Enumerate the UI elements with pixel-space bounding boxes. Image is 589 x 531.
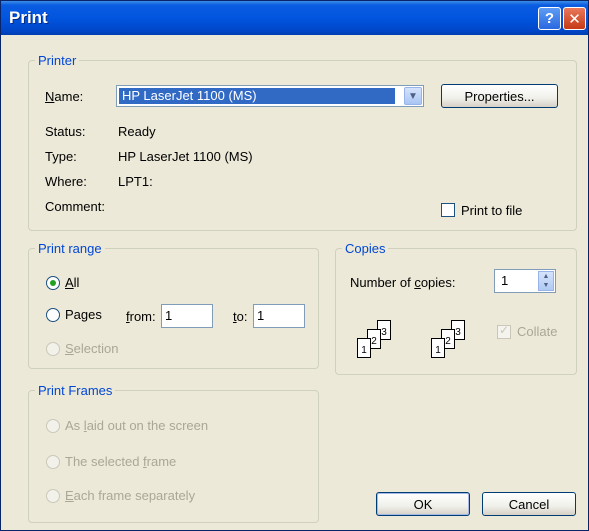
pages-radio[interactable] <box>46 308 60 322</box>
copies-value: 1 <box>501 273 509 288</box>
ok-button-label: OK <box>413 496 433 512</box>
help-icon: ? <box>544 10 555 27</box>
status-label: Status: <box>45 124 86 139</box>
to-label: to: <box>233 309 248 324</box>
print-dialog: Print ? ✕ Printer Name: HP LaserJet 1100… <box>0 0 589 531</box>
close-icon: ✕ <box>568 10 581 28</box>
print-frames-legend: Print Frames <box>38 383 113 398</box>
printer-group-legend: Printer <box>38 53 77 68</box>
copies-spinner[interactable]: 1 ▲ ▼ <box>494 269 556 293</box>
page-icon: 1 <box>431 338 445 358</box>
status-value: Ready <box>118 124 156 139</box>
selected-frame-radio[interactable] <box>46 455 60 469</box>
where-label: Where: <box>45 174 87 189</box>
checkmark-icon: ✓ <box>499 323 510 337</box>
all-radio[interactable] <box>46 276 60 290</box>
to-input[interactable]: 1 <box>253 304 305 328</box>
each-frame-radio[interactable] <box>46 489 60 503</box>
from-label: from: <box>126 309 156 324</box>
name-label: Name: <box>45 89 84 104</box>
laid-out-radio[interactable] <box>46 419 60 433</box>
help-button[interactable]: ? <box>538 7 561 30</box>
spinner-arrows-icon[interactable]: ▲ ▼ <box>538 271 554 291</box>
title-bar[interactable]: Print ? ✕ <box>1 1 588 35</box>
cancel-button-label: Cancel <box>508 496 550 512</box>
each-frame-label: Each frame separately <box>65 488 196 503</box>
properties-button[interactable]: Properties... <box>441 84 558 108</box>
print-range-legend: Print range <box>38 241 102 256</box>
window-title: Print <box>9 8 48 27</box>
printer-name-select[interactable]: HP LaserJet 1100 (MS) ▼ <box>116 85 424 107</box>
chevron-down-icon[interactable]: ▼ <box>404 87 422 105</box>
collate-checkbox[interactable]: ✓ <box>497 323 511 339</box>
laid-out-label: As laid out on the screen <box>65 418 209 433</box>
from-input[interactable]: 1 <box>161 304 213 328</box>
where-value: LPT1: <box>118 174 153 189</box>
page-icon: 1 <box>357 338 371 358</box>
pages-label[interactable]: Pages <box>65 307 102 322</box>
comment-label: Comment: <box>45 199 105 214</box>
number-of-copies-label: Number of copies: <box>350 275 456 290</box>
copies-legend: Copies <box>345 241 386 256</box>
type-label: Type: <box>45 149 77 164</box>
copies-group: Copies <box>335 241 577 375</box>
close-button[interactable]: ✕ <box>563 7 586 30</box>
ok-button[interactable]: OK <box>376 492 470 516</box>
properties-button-label: Properties... <box>464 88 535 104</box>
collate-label: Collate <box>517 324 558 339</box>
all-label[interactable]: All <box>65 275 79 290</box>
type-value: HP LaserJet 1100 (MS) <box>118 149 253 164</box>
selected-frame-label: The selected frame <box>65 454 177 469</box>
cancel-button[interactable]: Cancel <box>482 492 576 516</box>
print-to-file-checkbox[interactable] <box>441 203 455 217</box>
print-to-file-label[interactable]: Print to file <box>461 203 522 218</box>
printer-name-value: HP LaserJet 1100 (MS) <box>119 88 395 104</box>
selection-radio[interactable] <box>46 342 60 356</box>
selection-label: Selection <box>65 341 119 356</box>
